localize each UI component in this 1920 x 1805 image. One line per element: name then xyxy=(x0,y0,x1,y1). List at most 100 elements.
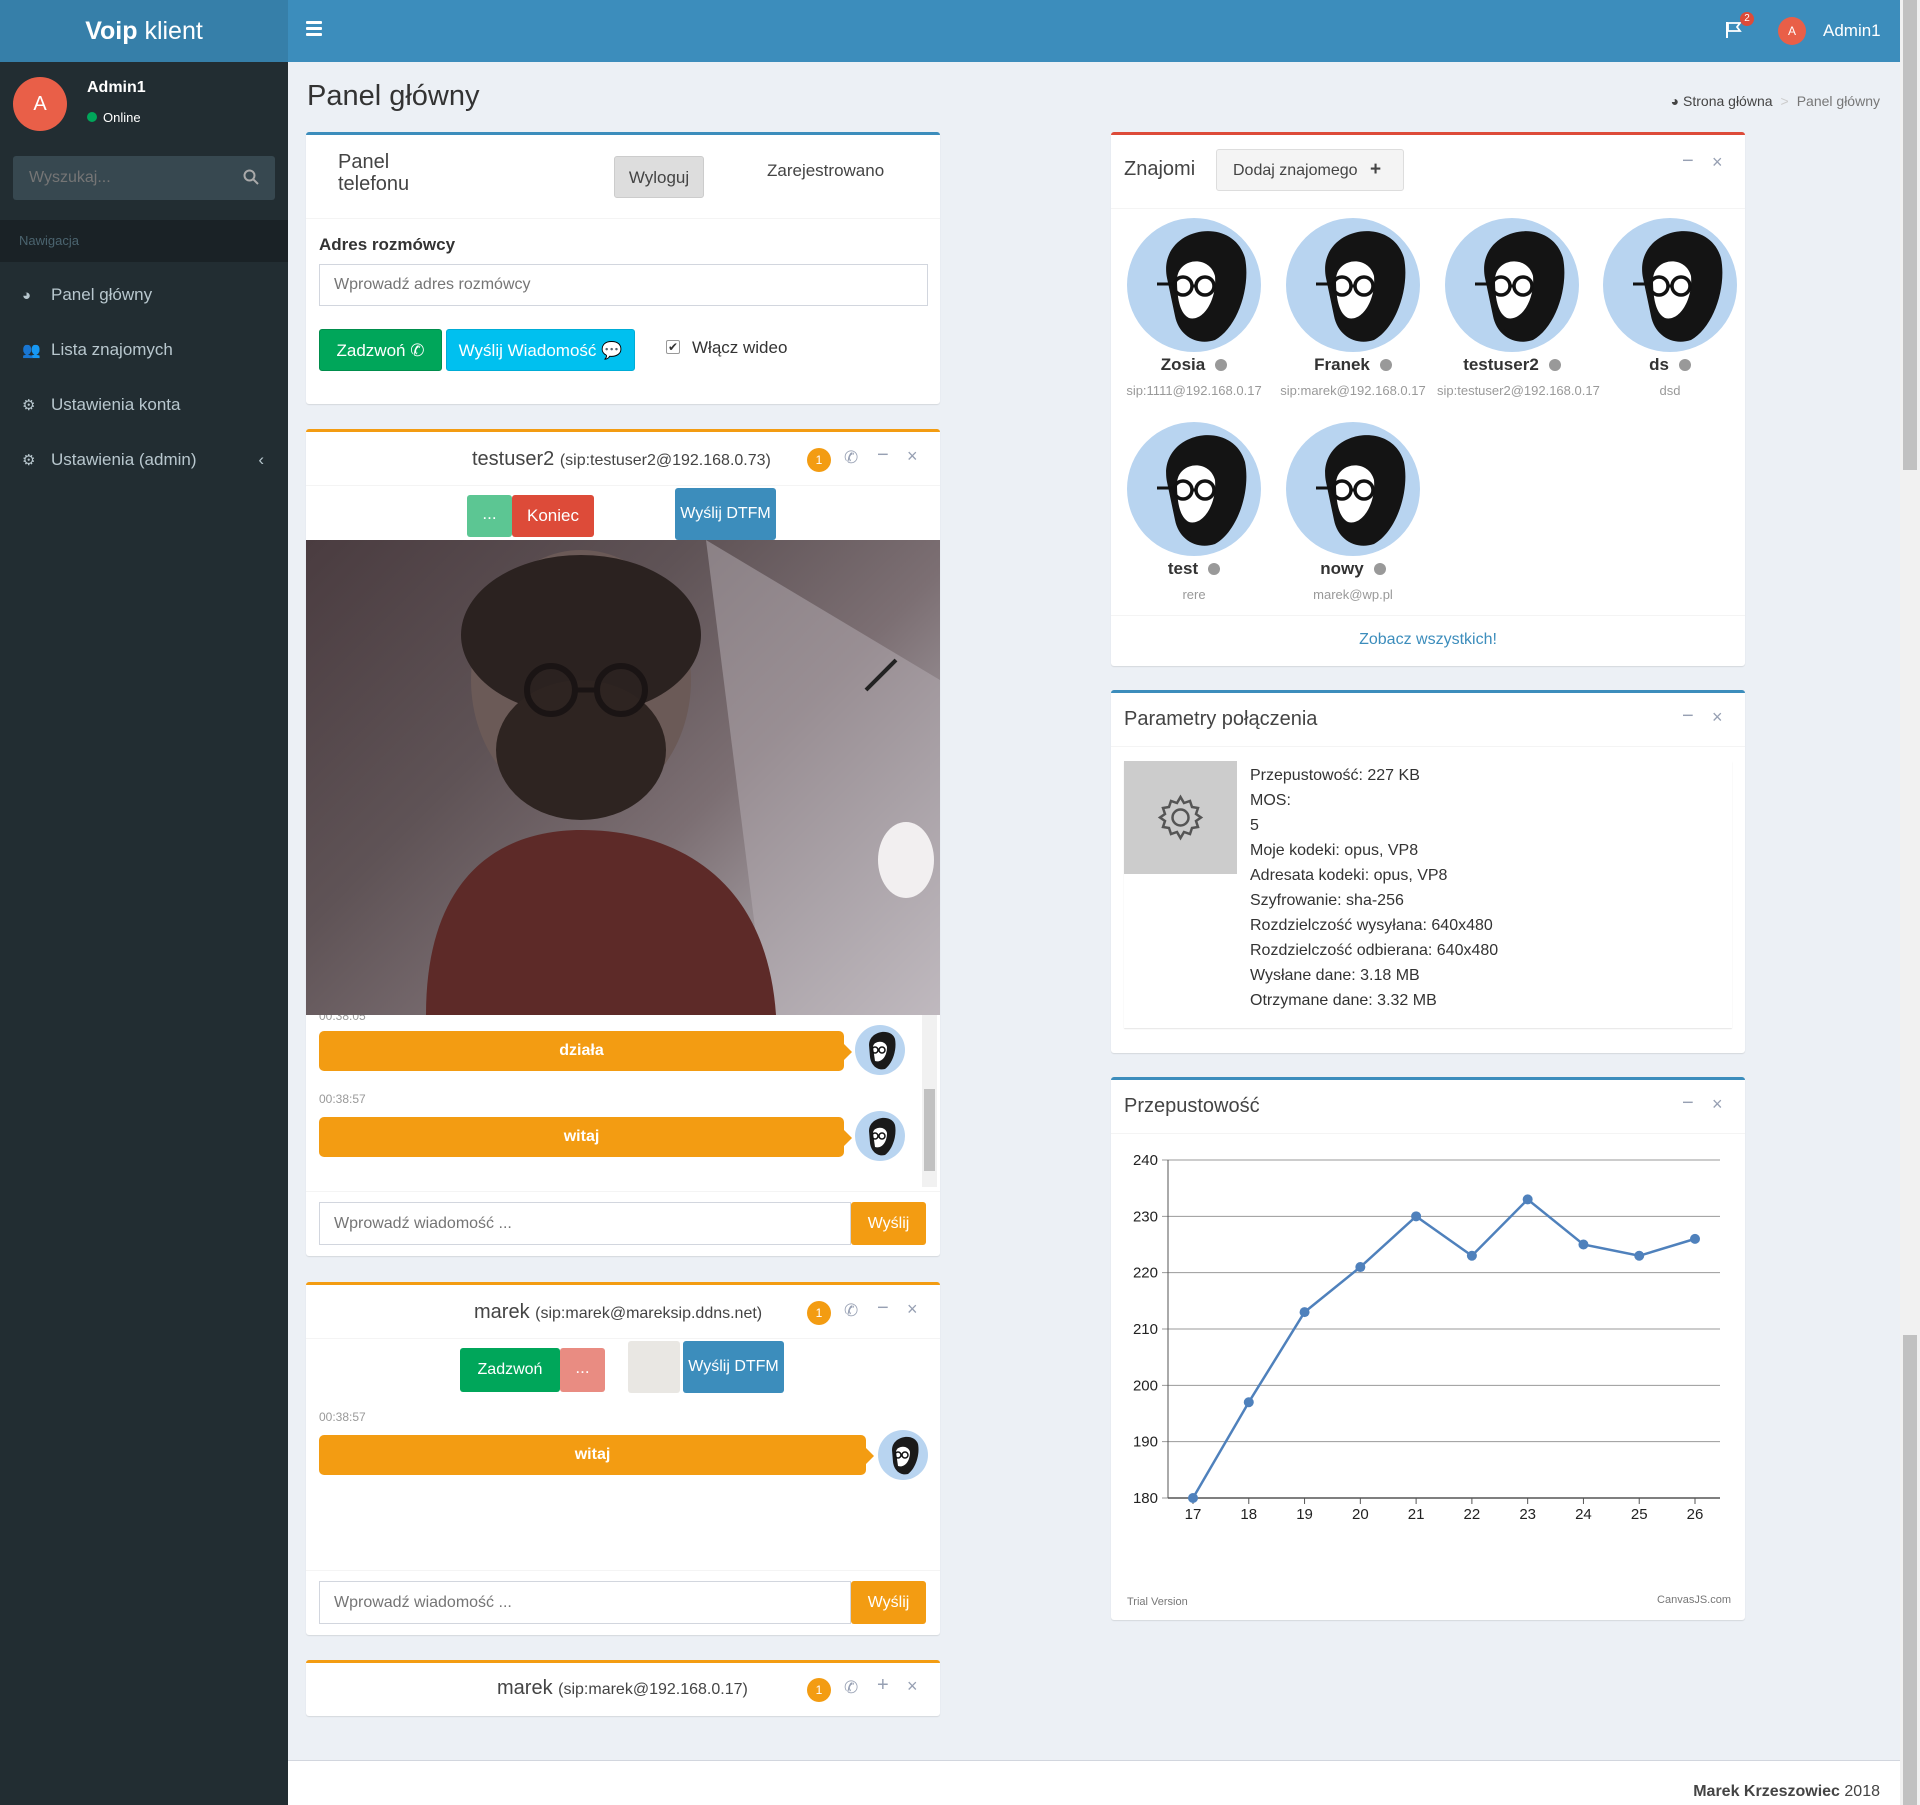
avatar xyxy=(855,1025,905,1075)
phone-icon[interactable]: ✆ xyxy=(844,448,858,468)
breadcrumb-home[interactable]: Strona główna xyxy=(1683,93,1773,109)
x-tick-label: 18 xyxy=(1240,1506,1257,1523)
avatar[interactable]: A xyxy=(1778,17,1806,45)
close-icon[interactable]: × xyxy=(907,1299,918,1320)
search-icon[interactable] xyxy=(243,169,259,185)
message-input[interactable] xyxy=(319,1581,851,1624)
call-options-button[interactable]: ... xyxy=(560,1348,605,1392)
status-badge: Online xyxy=(87,110,141,125)
footer-year: 2018 xyxy=(1844,1783,1880,1800)
minimize-icon[interactable]: − xyxy=(1682,150,1694,173)
sidebar-item-admin-settings[interactable]: ⚙ Ustawienia (admin) ‹ xyxy=(0,433,288,488)
blank-button[interactable] xyxy=(628,1341,680,1393)
params-icon-box xyxy=(1124,761,1237,874)
gears-icon: ⚙ xyxy=(22,452,36,469)
message-input[interactable] xyxy=(319,1202,851,1245)
call-button[interactable]: Zadzwoń ✆ xyxy=(319,329,442,371)
minimize-icon[interactable]: − xyxy=(877,444,889,467)
app-logo[interactable]: Voip klient xyxy=(0,0,288,62)
sidebar-toggle-icon[interactable] xyxy=(306,21,322,36)
data-point xyxy=(1690,1233,1700,1244)
close-icon[interactable]: × xyxy=(1712,152,1723,173)
message-time: 00:38:57 xyxy=(319,1092,366,1106)
params-list: Przepustowość: 227 KB MOS: 5 Moje kodeki… xyxy=(1250,767,1499,1009)
chat-area: 00:38:05 działa 00:38:57 witaj xyxy=(306,1015,940,1187)
send-dtfm-button[interactable]: Wyślij DTFM xyxy=(675,488,776,540)
call-title: marek (sip:marek@192.168.0.17) xyxy=(497,1677,748,1699)
friend-card[interactable]: testuser2 sip:testuser2@192.168.0.17 xyxy=(1437,218,1600,398)
video-checkbox[interactable]: ✔ xyxy=(666,340,680,354)
friend-name: nowy xyxy=(1278,559,1428,579)
friend-card[interactable]: Franek sip:marek@192.168.0.17 xyxy=(1278,218,1428,398)
avatar xyxy=(1445,218,1579,352)
chat-message: witaj xyxy=(319,1435,874,1475)
send-button[interactable]: Wyślij xyxy=(851,1581,926,1624)
friend-card[interactable]: ds dsd xyxy=(1595,218,1745,398)
trial-version-label: Trial Version xyxy=(1127,1596,1188,1608)
address-input[interactable] xyxy=(319,264,928,306)
sidebar-item-friends[interactable]: 👥 Lista znajomych xyxy=(0,323,288,378)
close-icon[interactable]: × xyxy=(907,1676,918,1697)
friend-card[interactable]: Zosia sip:1111@192.168.0.17 xyxy=(1119,218,1269,398)
friend-sip: sip:1111@192.168.0.17 xyxy=(1126,383,1262,398)
minimize-icon[interactable]: − xyxy=(1682,1092,1694,1115)
phone-icon[interactable]: ✆ xyxy=(844,1678,858,1698)
bandwidth-chart: 180 190 200 210 220 230 240 17 18 19 20 21 22 23 24 25 2… xyxy=(1133,1152,1720,1523)
y-tick-label: 220 xyxy=(1133,1265,1158,1282)
status-dot-icon xyxy=(1379,359,1392,371)
call-options-button[interactable]: ... xyxy=(467,495,512,537)
params-title: Parametry połączenia xyxy=(1124,708,1318,730)
avatar xyxy=(1127,218,1261,352)
window-scrollbar[interactable] xyxy=(1900,0,1920,1805)
status-dot-icon xyxy=(1548,359,1561,371)
x-tick-label: 25 xyxy=(1631,1506,1648,1523)
expand-icon[interactable]: + xyxy=(877,1674,889,1697)
logout-button[interactable]: Wyloguj xyxy=(614,156,704,198)
unread-badge: 1 xyxy=(807,1301,831,1325)
comment-icon: 💬 xyxy=(601,341,623,360)
x-tick-label: 22 xyxy=(1464,1506,1481,1523)
online-dot-icon xyxy=(87,112,97,122)
user-menu[interactable]: Admin1 xyxy=(1823,21,1881,41)
gear-icon xyxy=(1157,794,1204,841)
footer-author[interactable]: Marek Krzeszowiec xyxy=(1693,1783,1840,1800)
minimize-icon[interactable]: − xyxy=(877,1297,889,1320)
gear-icon: ⚙ xyxy=(22,397,36,414)
friend-name: Zosia xyxy=(1119,355,1269,375)
y-tick-label: 200 xyxy=(1133,1377,1158,1394)
data-point xyxy=(1299,1307,1310,1318)
avatar xyxy=(878,1430,928,1480)
close-icon[interactable]: × xyxy=(1712,1094,1723,1115)
close-icon[interactable]: × xyxy=(907,446,918,467)
data-point xyxy=(1634,1250,1645,1261)
status-dot-icon xyxy=(1373,563,1386,575)
call-button[interactable]: Zadzwoń xyxy=(460,1348,560,1392)
minimize-icon[interactable]: − xyxy=(1682,705,1694,728)
search-input[interactable] xyxy=(13,156,233,200)
canvasjs-credit[interactable]: CanvasJS.com xyxy=(1657,1594,1731,1606)
send-dtfm-button[interactable]: Wyślij DTFM xyxy=(683,1341,784,1393)
breadcrumb-current: Panel główny xyxy=(1796,93,1880,109)
send-button[interactable]: Wyślij xyxy=(851,1202,926,1245)
avatar xyxy=(1286,422,1420,556)
video-person-image xyxy=(426,540,940,1015)
friend-card[interactable]: test rere xyxy=(1119,422,1269,602)
friend-card[interactable]: nowy marek@wp.pl xyxy=(1278,422,1428,602)
friend-name: test xyxy=(1119,559,1269,579)
sidebar-item-account-settings[interactable]: ⚙ Ustawienia konta xyxy=(0,378,288,433)
dashboard-icon: ◕ xyxy=(22,287,32,304)
chat-scrollbar[interactable] xyxy=(922,1015,937,1187)
friend-name: ds xyxy=(1595,355,1745,375)
send-message-button[interactable]: Wyślij Wiadomość 💬 xyxy=(446,329,635,371)
see-all-link[interactable]: Zobacz wszystkich! xyxy=(1111,631,1745,649)
close-icon[interactable]: × xyxy=(1712,707,1723,728)
end-call-button[interactable]: Koniec xyxy=(512,495,594,537)
call-box-marek-local: marek (sip:marek@192.168.0.17) 1 ✆ + × xyxy=(306,1660,940,1716)
sidebar-item-dashboard[interactable]: ◕ Panel główny xyxy=(0,268,288,323)
unread-badge: 1 xyxy=(807,1678,831,1702)
top-navbar: 2 A Admin1 xyxy=(288,0,1900,62)
notification-badge: 2 xyxy=(1740,12,1754,26)
add-friend-button[interactable]: Dodaj znajomego + xyxy=(1216,149,1404,191)
phone-icon[interactable]: ✆ xyxy=(844,1301,858,1321)
address-label: Adres rozmówcy xyxy=(319,235,456,254)
